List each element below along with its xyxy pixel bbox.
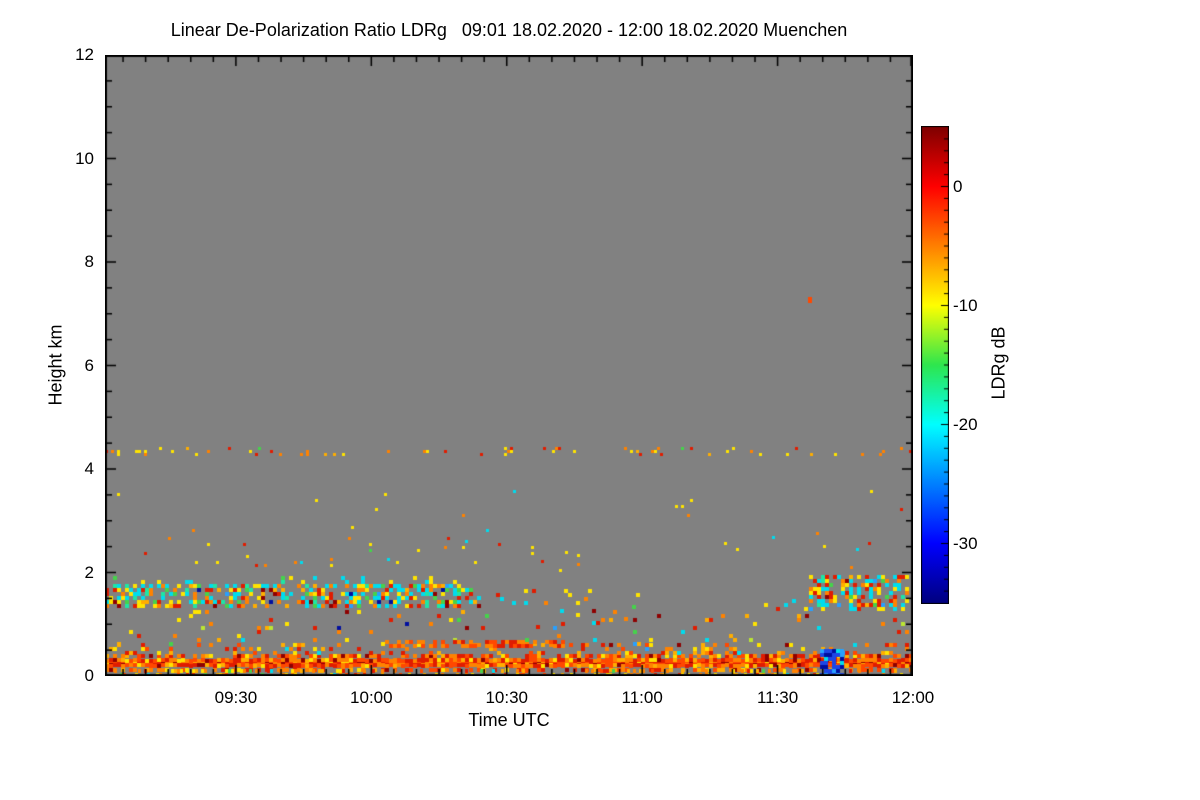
x-tick-label: 11:30: [756, 688, 799, 707]
x-tick-label: 12:00: [891, 688, 935, 707]
y-axis-title: Height km: [45, 324, 66, 406]
x-tick-label: 09:30: [214, 688, 258, 707]
x-tick-label: 10:30: [485, 688, 528, 707]
colorbar-tick-label: -20: [953, 414, 978, 434]
y-tick-label: 0: [84, 666, 94, 685]
colorbar-canvas: [921, 126, 949, 604]
x-axis-title: Time UTC: [468, 710, 550, 730]
colorbar-tick-label: -30: [953, 533, 978, 553]
y-tick-label: 12: [75, 45, 94, 64]
ldr-time-height-figure: Linear De-Polarization Ratio LDRg 09:01 …: [0, 0, 1200, 800]
chart-title: Linear De-Polarization Ratio LDRg 09:01 …: [170, 20, 848, 40]
x-tick-label: 10:00: [350, 688, 393, 707]
heatmap-plot-canvas: [105, 55, 913, 676]
colorbar-tick-label: -10: [953, 295, 978, 315]
y-tick-label: 4: [84, 459, 94, 478]
y-tick-label: 8: [84, 252, 94, 271]
colorbar-title: LDRg dB: [988, 326, 1009, 400]
x-tick-label: 11:00: [621, 688, 663, 707]
y-tick-label: 2: [84, 562, 94, 582]
colorbar-tick-label: 0: [953, 176, 963, 196]
y-tick-label: 10: [75, 148, 94, 168]
